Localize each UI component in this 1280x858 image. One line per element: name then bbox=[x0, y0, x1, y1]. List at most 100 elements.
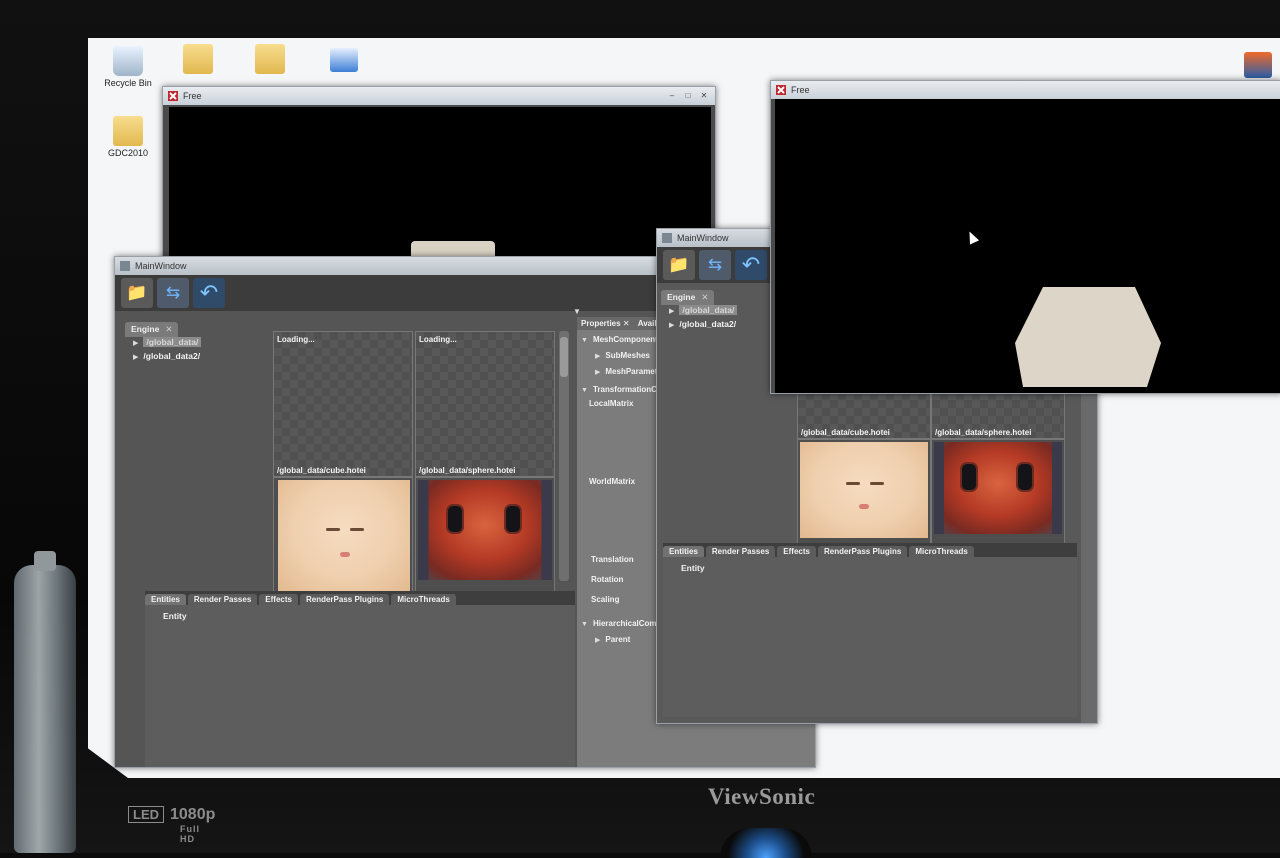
thumbnail-detail bbox=[326, 528, 340, 531]
close-tab-icon[interactable]: ✕ bbox=[701, 292, 708, 302]
property-group-mesh[interactable]: ▼ MeshComponent bbox=[581, 335, 658, 344]
desktop-icon-computer[interactable] bbox=[314, 48, 374, 74]
thumbnail-detail bbox=[350, 528, 364, 531]
tree-item-global-data[interactable]: ▶ /global_data/ bbox=[129, 335, 259, 349]
asset-tile[interactable]: Loading... bbox=[415, 331, 555, 477]
close-button[interactable]: ✕ bbox=[697, 90, 711, 101]
render-viewport[interactable] bbox=[169, 107, 711, 267]
side-panel bbox=[1081, 375, 1097, 723]
face-texture-thumbnail bbox=[278, 480, 410, 592]
render-viewport[interactable] bbox=[775, 99, 1280, 393]
tab-renderpass-plugins[interactable]: RenderPass Plugins bbox=[817, 546, 908, 557]
window-app-icon bbox=[120, 261, 130, 271]
tab-effects[interactable]: Effects bbox=[259, 594, 298, 605]
free-window-back-titlebar[interactable]: Free – □ ✕ bbox=[163, 87, 715, 105]
expand-arrow-icon[interactable]: ▶ bbox=[133, 354, 138, 361]
collapse-arrow-icon[interactable]: ▼ bbox=[581, 337, 588, 344]
expand-arrow-icon[interactable]: ▶ bbox=[595, 637, 600, 644]
tab-available[interactable]: Avail bbox=[638, 319, 657, 328]
undo-icon: ↶ bbox=[741, 252, 761, 277]
tab-label: Engine bbox=[131, 324, 160, 334]
desktop-icon-label: GDC2010 bbox=[107, 148, 149, 158]
asset-tree: ▶ /global_data/ ▶ /global_data2/ bbox=[665, 303, 775, 331]
expand-arrow-icon[interactable]: ▶ bbox=[669, 308, 674, 315]
asset-tile[interactable]: Loading... bbox=[273, 331, 413, 477]
window-title: MainWindow bbox=[677, 233, 729, 243]
tab-label: Engine bbox=[667, 292, 696, 302]
tab-microthreads[interactable]: MicroThreads bbox=[909, 546, 974, 557]
corner-app-icon[interactable] bbox=[1244, 52, 1272, 78]
expand-arrow-icon[interactable]: ▶ bbox=[595, 353, 600, 360]
tab-microthreads[interactable]: MicroThreads bbox=[391, 594, 456, 605]
open-folder-button[interactable]: 📁 bbox=[121, 278, 153, 308]
tab-entities[interactable]: Entities bbox=[145, 594, 186, 605]
monitor-brand-logo: ViewSonic bbox=[708, 784, 816, 809]
desktop-icon-gdc-folder[interactable]: GDC2010 bbox=[98, 116, 158, 158]
minimize-button[interactable]: – bbox=[665, 90, 679, 101]
asset-grid-scrollbar[interactable] bbox=[559, 331, 569, 581]
asset-tile-sphere[interactable]: /global_data/sphere.hotei bbox=[415, 466, 555, 593]
undo-button[interactable]: ↶ bbox=[193, 278, 225, 308]
property-group-label: TransformationCo bbox=[592, 385, 662, 394]
tree-item-label: /global_data2/ bbox=[143, 351, 201, 361]
reload-button[interactable]: ⇆ bbox=[699, 250, 731, 280]
property-group-transformation[interactable]: ▼ TransformationCo bbox=[581, 385, 662, 394]
property-mesh-params[interactable]: ▶ MeshParamet.. bbox=[595, 367, 662, 376]
desktop-icon-folder[interactable] bbox=[168, 44, 228, 76]
tab-effects[interactable]: Effects bbox=[777, 546, 816, 557]
asset-label: /global_data/cube.hotei bbox=[801, 428, 890, 437]
tab-entities[interactable]: Entities bbox=[663, 546, 704, 557]
expand-arrow-icon[interactable]: ▶ bbox=[133, 340, 138, 347]
tab-render-passes[interactable]: Render Passes bbox=[187, 594, 258, 605]
expand-arrow-icon[interactable]: ▶ bbox=[595, 369, 600, 376]
tree-item-global-data2[interactable]: ▶ /global_data2/ bbox=[129, 349, 259, 363]
power-button-icon[interactable] bbox=[720, 828, 812, 858]
collapse-arrow-icon[interactable]: ▼ bbox=[581, 387, 588, 394]
dropdown-arrow-icon[interactable]: ▼ bbox=[573, 307, 585, 317]
window-title: Free bbox=[183, 91, 202, 101]
tree-item-label: /global_data2/ bbox=[679, 319, 737, 329]
property-group-label: MeshComponent bbox=[592, 335, 658, 344]
thumbnail-detail bbox=[846, 482, 860, 485]
tree-item-global-data[interactable]: ▶ /global_data/ bbox=[665, 303, 775, 317]
desktop-icon-recycle-bin[interactable]: Recycle Bin bbox=[98, 46, 158, 88]
tab-renderpass-plugins[interactable]: RenderPass Plugins bbox=[299, 594, 390, 605]
scrollbar-thumb[interactable] bbox=[560, 337, 568, 377]
close-tab-icon[interactable]: ✕ bbox=[623, 319, 630, 328]
close-tab-icon[interactable]: ✕ bbox=[165, 324, 172, 334]
desktop-icon-folder-shortcut[interactable] bbox=[240, 44, 300, 76]
app-logo-icon bbox=[168, 91, 178, 101]
maximize-button[interactable]: □ bbox=[681, 90, 695, 101]
property-submeshes[interactable]: ▶ SubMeshes bbox=[595, 351, 650, 360]
property-group-hierarchical[interactable]: ▼ HierarchicalComp bbox=[581, 619, 661, 628]
entity-row[interactable]: Entity bbox=[681, 563, 705, 573]
thumbnail-detail bbox=[340, 552, 350, 557]
expand-arrow-icon[interactable]: ▶ bbox=[669, 322, 674, 329]
property-label: MeshParamet.. bbox=[605, 367, 662, 376]
tab-render-passes[interactable]: Render Passes bbox=[705, 546, 776, 557]
desktop-icon-label: Recycle Bin bbox=[104, 78, 152, 88]
property-scaling: Scaling bbox=[591, 595, 620, 604]
tree-item-global-data2[interactable]: ▶ /global_data2/ bbox=[665, 317, 775, 331]
tree-item-label: /global_data/ bbox=[143, 337, 202, 347]
open-folder-button[interactable]: 📁 bbox=[663, 250, 695, 280]
face-texture-thumbnail bbox=[800, 442, 928, 538]
full-hd-label: Full HD bbox=[180, 824, 200, 844]
property-label: Parent bbox=[605, 635, 631, 644]
window-title: Free bbox=[791, 85, 810, 95]
free-window-front-titlebar[interactable]: Free bbox=[771, 81, 1280, 99]
thumbnail-detail bbox=[960, 462, 978, 492]
asset-tile-sphere[interactable]: /global_data/sphere.hotei bbox=[931, 428, 1065, 551]
entity-row[interactable]: Entity bbox=[163, 611, 187, 621]
asset-tile-cube[interactable]: /global_data/cube.hotei bbox=[273, 466, 413, 593]
reload-button[interactable]: ⇆ bbox=[157, 278, 189, 308]
thumbnail-detail bbox=[504, 504, 522, 534]
asset-label: /global_data/sphere.hotei bbox=[419, 466, 516, 475]
property-parent[interactable]: ▶ Parent bbox=[595, 635, 630, 644]
collapse-arrow-icon[interactable]: ▼ bbox=[581, 621, 588, 628]
tab-properties[interactable]: Properties ✕ bbox=[581, 319, 630, 328]
asset-tile-cube[interactable]: /global_data/cube.hotei bbox=[797, 428, 931, 551]
resolution-label: 1080p bbox=[170, 806, 216, 823]
undo-button[interactable]: ↶ bbox=[735, 250, 767, 280]
water-bottle bbox=[14, 551, 76, 853]
